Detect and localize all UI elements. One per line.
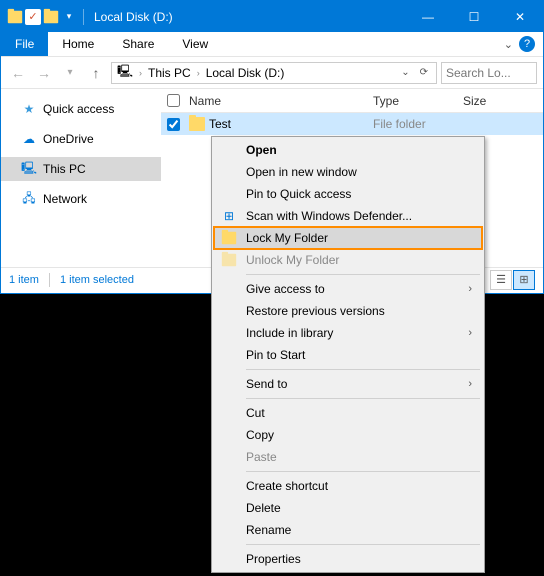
up-button[interactable]: ↑ [85, 62, 107, 84]
sidebar-item-onedrive[interactable]: ☁ OneDrive [1, 127, 161, 151]
window-title: Local Disk (D:) [94, 10, 405, 24]
ctx-paste: Paste [214, 446, 482, 468]
qat-dropdown-icon[interactable]: ▾ [61, 9, 77, 25]
ctx-send-to[interactable]: Send to› [214, 373, 482, 395]
star-icon: ★ [21, 101, 37, 117]
unlock-icon [220, 251, 238, 269]
ctx-give-access[interactable]: Give access to› [214, 278, 482, 300]
column-size[interactable]: Size [463, 94, 543, 108]
row-type-label: File folder [373, 117, 463, 131]
ctx-properties[interactable]: Properties [214, 548, 482, 570]
ctx-open-new-window[interactable]: Open in new window [214, 161, 482, 183]
column-name[interactable]: Name [185, 94, 373, 108]
ctx-include-library[interactable]: Include in library› [214, 322, 482, 344]
status-selected-count: 1 item selected [60, 274, 134, 286]
qat-newfolder-icon[interactable] [43, 9, 59, 25]
column-type[interactable]: Type [373, 94, 463, 108]
view-icons-button[interactable]: ⊞ [513, 270, 535, 290]
ctx-scan-defender[interactable]: ⊞ Scan with Windows Defender... [214, 205, 482, 227]
sidebar-item-label: Network [43, 192, 87, 206]
ctx-separator [246, 274, 480, 275]
address-bar-row: ← → ▾ ↑ 🖳 › This PC › Local Disk (D:) ⌄ … [1, 57, 543, 89]
view-details-button[interactable]: ☰ [490, 270, 512, 290]
ctx-unlock-my-folder: Unlock My Folder [214, 249, 482, 271]
ctx-lock-my-folder[interactable]: Lock My Folder [214, 227, 482, 249]
sidebar-item-network[interactable]: 🖧 Network [1, 187, 161, 211]
chevron-right-icon: › [468, 283, 472, 295]
sidebar-item-thispc[interactable]: 🖳 This PC [1, 157, 161, 181]
ctx-separator [246, 471, 480, 472]
breadcrumb-drive[interactable]: Local Disk (D:) [203, 66, 288, 80]
ctx-pin-start[interactable]: Pin to Start [214, 344, 482, 366]
table-row[interactable]: Test File folder [161, 113, 543, 135]
ribbon-file[interactable]: File [1, 32, 48, 56]
chevron-right-icon[interactable]: › [136, 68, 145, 78]
ctx-delete[interactable]: Delete [214, 497, 482, 519]
ctx-separator [246, 369, 480, 370]
maximize-button[interactable]: ☐ [451, 1, 497, 32]
status-separator [49, 273, 50, 287]
sidebar-item-label: This PC [43, 162, 86, 176]
navigation-pane: ★ Quick access ☁ OneDrive 🖳 This PC 🖧 Ne… [1, 89, 161, 267]
help-icon[interactable]: ? [519, 36, 535, 52]
ctx-separator [246, 544, 480, 545]
monitor-icon: 🖳 [21, 161, 37, 177]
lock-icon [220, 229, 238, 247]
ribbon: File Home Share View ⌄ ? [1, 32, 543, 57]
chevron-right-icon: › [468, 327, 472, 339]
ctx-create-shortcut[interactable]: Create shortcut [214, 475, 482, 497]
ribbon-view[interactable]: View [168, 33, 222, 55]
qat-properties-icon[interactable]: ✓ [25, 9, 41, 25]
sidebar-item-quickaccess[interactable]: ★ Quick access [1, 97, 161, 121]
back-button[interactable]: ← [7, 62, 29, 84]
ctx-restore-versions[interactable]: Restore previous versions [214, 300, 482, 322]
row-checkbox[interactable] [167, 118, 180, 131]
breadcrumb[interactable]: 🖳 › This PC › Local Disk (D:) ⌄ ⟳ [111, 62, 437, 84]
ctx-cut[interactable]: Cut [214, 402, 482, 424]
row-name-label: Test [209, 117, 231, 131]
history-dropdown[interactable]: ▾ [59, 62, 81, 84]
folder-app-icon [7, 9, 23, 25]
ribbon-expand-icon[interactable]: ⌄ [504, 38, 513, 51]
titlebar: ✓ ▾ Local Disk (D:) — ☐ ✕ [1, 1, 543, 32]
ctx-rename[interactable]: Rename [214, 519, 482, 541]
search-placeholder: Search Lo... [446, 66, 511, 80]
status-item-count: 1 item [9, 274, 39, 286]
ribbon-home[interactable]: Home [48, 33, 108, 55]
sidebar-item-label: OneDrive [43, 132, 94, 146]
context-menu: Open Open in new window Pin to Quick acc… [211, 136, 485, 573]
folder-icon [189, 117, 205, 131]
ctx-open[interactable]: Open [214, 139, 482, 161]
pc-icon: 🖳 [114, 62, 136, 83]
refresh-icon[interactable]: ⟳ [417, 67, 431, 78]
minimize-button[interactable]: — [405, 1, 451, 32]
breadcrumb-thispc[interactable]: This PC [145, 66, 194, 80]
search-input[interactable]: Search Lo... [441, 62, 537, 84]
titlebar-separator [83, 9, 84, 25]
ctx-pin-quick[interactable]: Pin to Quick access [214, 183, 482, 205]
chevron-right-icon: › [468, 378, 472, 390]
cloud-icon: ☁ [21, 131, 37, 147]
ribbon-share[interactable]: Share [108, 33, 168, 55]
network-icon: 🖧 [21, 191, 37, 207]
column-headers: Name Type Size [161, 89, 543, 113]
ctx-copy[interactable]: Copy [214, 424, 482, 446]
select-all-checkbox[interactable] [167, 94, 180, 107]
breadcrumb-dropdown-icon[interactable]: ⌄ [398, 67, 412, 78]
sidebar-item-label: Quick access [43, 102, 114, 116]
chevron-right-icon[interactable]: › [194, 68, 203, 78]
close-button[interactable]: ✕ [497, 1, 543, 32]
forward-button[interactable]: → [33, 62, 55, 84]
shield-icon: ⊞ [220, 207, 238, 225]
ctx-separator [246, 398, 480, 399]
